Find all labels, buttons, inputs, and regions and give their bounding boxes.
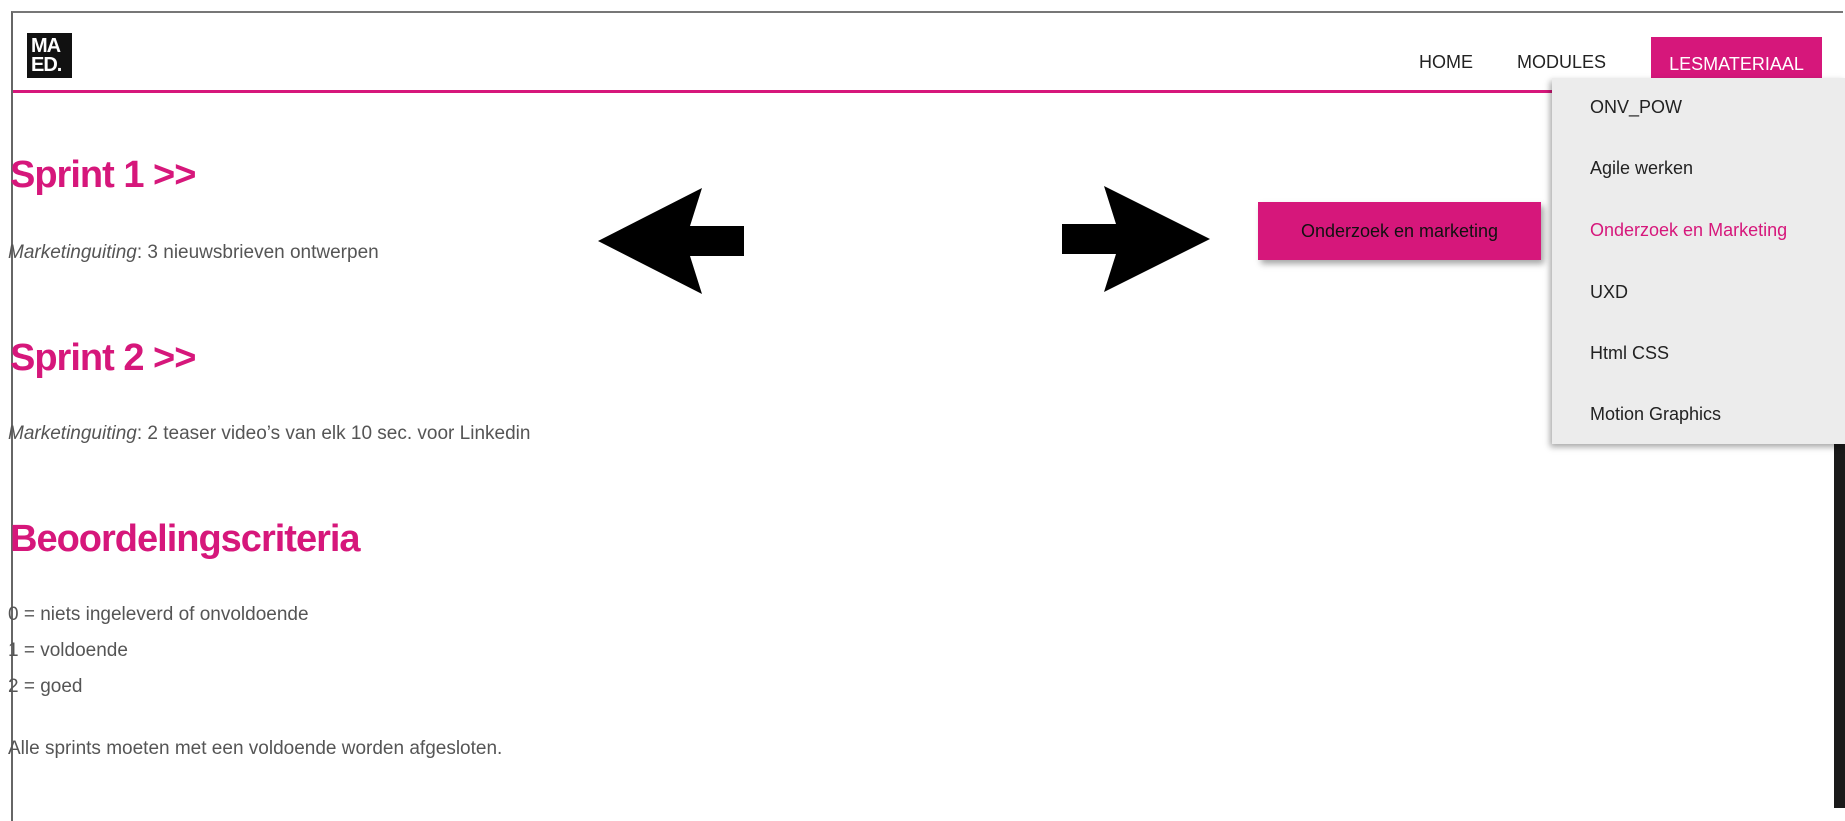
- left-arrow-icon: [598, 188, 744, 294]
- right-arrow-icon: [1062, 186, 1210, 292]
- sprint-2-description: Marketinguiting: 2 teaser video’s van el…: [8, 423, 530, 445]
- dropdown-item-onderzoek-en-marketing[interactable]: Onderzoek en Marketing: [1590, 220, 1787, 241]
- nav-home[interactable]: HOME: [1419, 37, 1473, 87]
- dropdown-item-agile-werken[interactable]: Agile werken: [1590, 158, 1693, 179]
- sprint-1-description: Marketinguiting: 3 nieuwsbrieven ontwerp…: [8, 242, 379, 264]
- sprint-1-label: Marketinguiting: [8, 242, 137, 263]
- sprint-2-label: Marketinguiting: [8, 423, 137, 444]
- criteria-item: 1 = voldoende: [8, 640, 128, 661]
- criteria-item: 0 = niets ingeleverd of onvoldoende: [8, 604, 309, 625]
- lesmateriaal-dropdown: ONV_POW Agile werken Onderzoek en Market…: [1552, 78, 1845, 444]
- sprint-1-text: : 3 nieuwsbrieven ontwerpen: [136, 242, 379, 263]
- dropdown-item-motion-graphics[interactable]: Motion Graphics: [1590, 404, 1721, 425]
- logo-line-2: ED.: [31, 53, 62, 76]
- sprint-1-title[interactable]: Sprint 1 >>: [10, 154, 196, 197]
- onderzoek-en-marketing-button[interactable]: Onderzoek en marketing: [1258, 202, 1541, 260]
- sprint-2-title[interactable]: Sprint 2 >>: [10, 337, 196, 380]
- site-logo[interactable]: MA ED.: [27, 33, 72, 78]
- criteria-item: 2 = goed: [8, 676, 83, 697]
- dropdown-item-html-css[interactable]: Html CSS: [1590, 343, 1669, 364]
- closing-text: Alle sprints moeten met een voldoende wo…: [8, 738, 503, 759]
- sprint-2-text: : 2 teaser video’s van elk 10 sec. voor …: [136, 423, 531, 444]
- dropdown-item-onv-pow[interactable]: ONV_POW: [1590, 97, 1682, 118]
- logo-line-1: MA: [31, 34, 61, 57]
- dropdown-item-uxd[interactable]: UXD: [1590, 282, 1628, 303]
- criteria-title: Beoordelingscriteria: [10, 518, 361, 560]
